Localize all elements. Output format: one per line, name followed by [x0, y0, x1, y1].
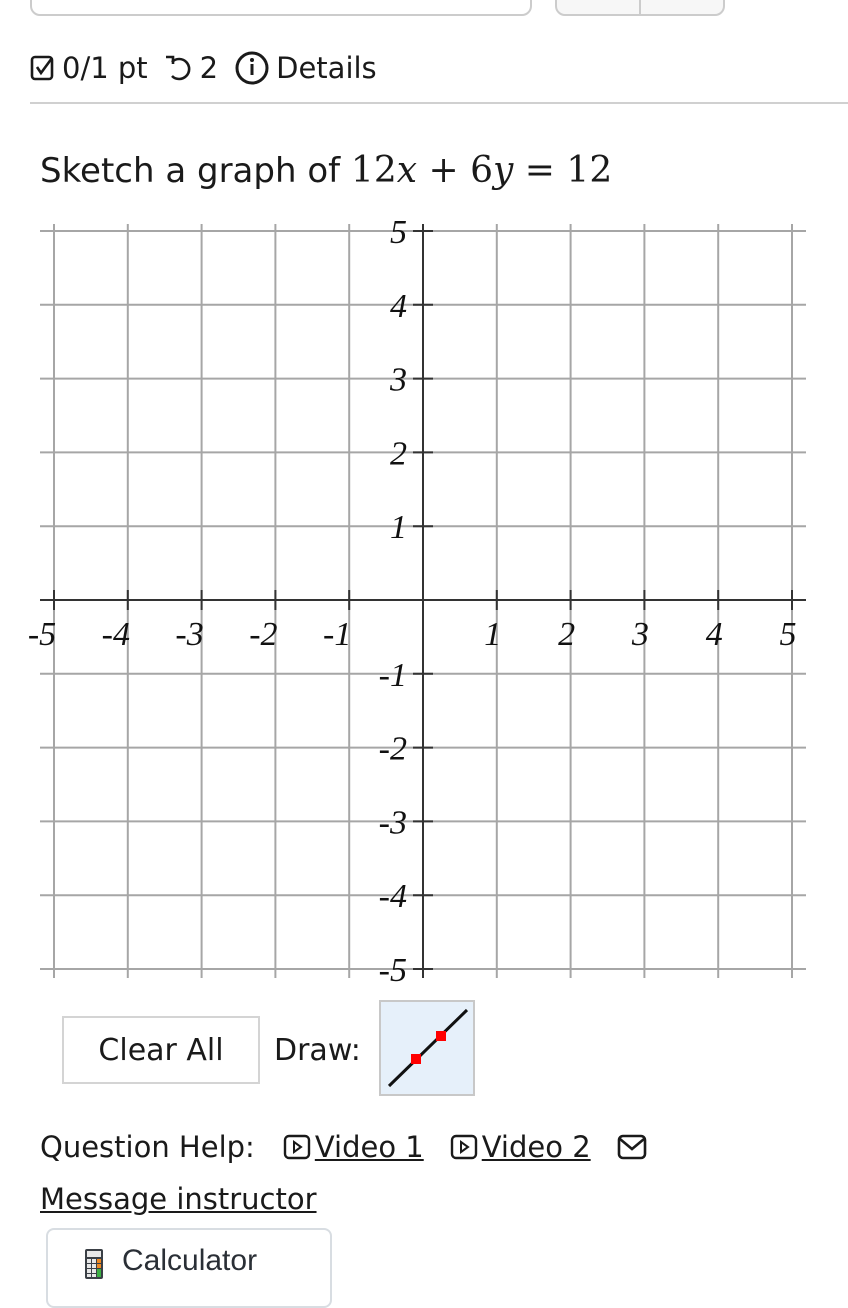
- y-tick-label: -4: [379, 878, 407, 915]
- info-icon[interactable]: [234, 50, 270, 86]
- x-tick-label: 5: [780, 616, 797, 653]
- x-tick-label: 2: [558, 616, 575, 653]
- x-tick-label: -3: [175, 616, 203, 653]
- x-tick-label: -1: [323, 616, 351, 653]
- video-1-link[interactable]: Video 1: [315, 1130, 424, 1164]
- eq-var-y: y: [493, 150, 514, 191]
- line-tool-icon: [387, 1008, 468, 1088]
- graph-controls: Clear All Draw:: [62, 1000, 475, 1096]
- video-2-link[interactable]: Video 2: [482, 1130, 591, 1164]
- y-tick-label: 3: [389, 362, 407, 399]
- eq-coef-y: + 6: [417, 150, 494, 191]
- x-tick-label: -2: [249, 616, 277, 653]
- retry-icon: [164, 53, 194, 83]
- y-tick-label: 4: [390, 288, 407, 325]
- question-help: Question Help: Video 1 Video 2: [40, 1130, 651, 1164]
- button-group-divider: [639, 0, 641, 14]
- checkbox-icon: [30, 54, 56, 82]
- y-tick-label: -1: [379, 657, 407, 694]
- y-tick-label: 2: [390, 435, 407, 472]
- line-tool-button[interactable]: [378, 1000, 475, 1096]
- y-tick-label: 5: [390, 214, 407, 251]
- x-tick-label: 1: [484, 616, 501, 653]
- question-prefix: Sketch a graph of: [40, 151, 351, 191]
- eq-rhs: = 12: [513, 150, 613, 191]
- y-tick-label: 1: [390, 509, 407, 546]
- x-tick-label: -5: [28, 616, 56, 653]
- equation: 12x + 6y = 12: [351, 150, 612, 191]
- mail-icon: [617, 1134, 647, 1160]
- y-tick-label: -5: [379, 952, 407, 989]
- video-icon: [283, 1134, 311, 1160]
- calculator-button[interactable]: Calculator: [46, 1228, 332, 1308]
- message-instructor-link[interactable]: Message instructor: [40, 1182, 317, 1216]
- axes: [40, 224, 806, 978]
- tick-labels: -5 -4 -3 -2 -1 1 2 3 4 5 5 4 3 2 1 -1 -2 -3 -4 -5: [28, 214, 797, 989]
- x-tick-label: -4: [102, 616, 130, 653]
- draw-label: Draw:: [274, 1032, 361, 1068]
- x-tick-label: 4: [706, 616, 723, 653]
- y-tick-label: -3: [379, 804, 407, 841]
- clear-all-button[interactable]: Clear All: [62, 1016, 260, 1084]
- calculator-label: Calculator: [122, 1244, 258, 1277]
- eq-var-x: x: [396, 150, 418, 191]
- details-link[interactable]: Details: [276, 51, 377, 85]
- top-button-group[interactable]: [555, 0, 725, 16]
- x-tick-label: 3: [631, 616, 649, 653]
- answer-input-box[interactable]: [30, 0, 532, 16]
- graph-canvas[interactable]: -5 -4 -3 -2 -1 1 2 3 4 5 5 4 3 2 1 -1 -2 -3 -4 -5: [0, 210, 848, 990]
- eq-coef-x: 12: [350, 150, 397, 191]
- question-prompt: Sketch a graph of 12x + 6y = 12: [40, 150, 612, 191]
- header-divider: [30, 102, 848, 104]
- question-meta: 0/1 pt 2 Details: [30, 44, 393, 92]
- retries-count: 2: [199, 51, 219, 85]
- calculator-icon: [84, 1248, 104, 1288]
- video-icon: [450, 1134, 478, 1160]
- score-text: 0/1 pt: [62, 51, 148, 85]
- y-tick-label: -2: [379, 731, 407, 768]
- question-help-label: Question Help:: [40, 1130, 255, 1164]
